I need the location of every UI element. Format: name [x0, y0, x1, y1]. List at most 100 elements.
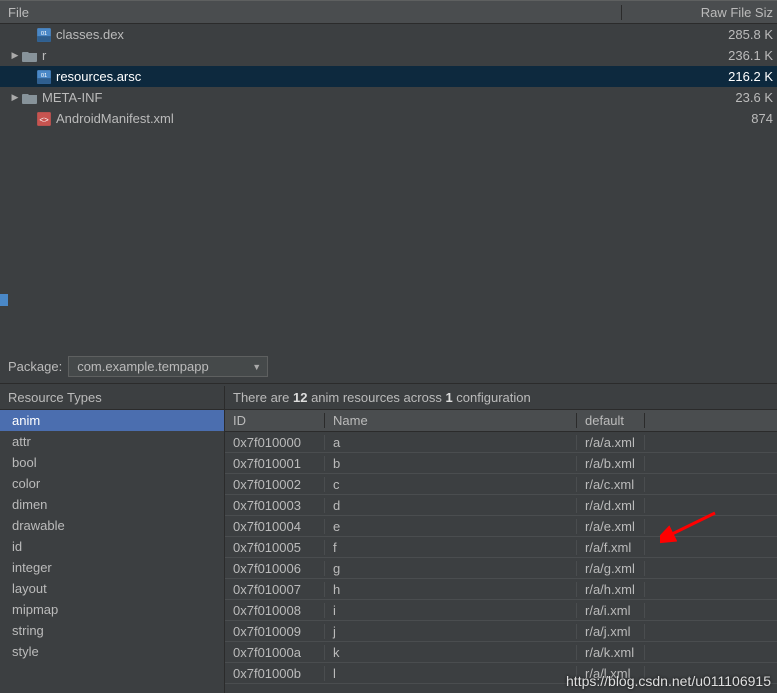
resource-id: 0x7f010006 [225, 561, 325, 576]
resource-id: 0x7f010001 [225, 456, 325, 471]
resource-type-item[interactable]: bool [0, 452, 224, 473]
resource-type-item[interactable]: integer [0, 557, 224, 578]
resource-row[interactable]: 0x7f010004er/a/e.xml [225, 516, 777, 537]
resource-detail-panel: There are 12 anim resources across 1 con… [225, 386, 777, 693]
file-column-header[interactable]: File [0, 5, 622, 20]
resource-row[interactable]: 0x7f010009jr/a/j.xml [225, 621, 777, 642]
file-size: 23.6 K [627, 90, 777, 105]
file-tree-header: File Raw File Siz [0, 0, 777, 24]
svg-text:<>: <> [39, 115, 49, 124]
size-column-header[interactable]: Raw File Siz [622, 5, 777, 20]
file-tree-row[interactable]: ▶ r236.1 K [0, 45, 777, 66]
resource-id: 0x7f010003 [225, 498, 325, 513]
resource-types-list[interactable]: animattrboolcolordimendrawableidintegerl… [0, 410, 224, 693]
resource-type-item[interactable]: id [0, 536, 224, 557]
xml-icon: <> [36, 111, 52, 127]
package-select[interactable]: com.example.tempapp ▼ [68, 356, 268, 377]
col-default-header[interactable]: default [577, 413, 645, 428]
detail-table-header: ID Name default [225, 410, 777, 432]
file-name: r [42, 48, 627, 63]
resource-row[interactable]: 0x7f010002cr/a/c.xml [225, 474, 777, 495]
folder-icon [22, 48, 38, 64]
file-name: META-INF [42, 90, 627, 105]
resource-name: l [325, 666, 577, 681]
resource-type-item[interactable]: layout [0, 578, 224, 599]
col-name-header[interactable]: Name [325, 413, 577, 428]
col-id-header[interactable]: ID [225, 413, 325, 428]
file-tree-row[interactable]: 01 resources.arsc216.2 K [0, 66, 777, 87]
resource-type-item[interactable]: dimen [0, 494, 224, 515]
resource-name: f [325, 540, 577, 555]
resource-id: 0x7f010000 [225, 435, 325, 450]
file-tree-row[interactable]: <>AndroidManifest.xml874 [0, 108, 777, 129]
file-name: resources.arsc [56, 69, 627, 84]
resource-type-item[interactable]: style [0, 641, 224, 662]
resource-name: j [325, 624, 577, 639]
resource-default: r/a/j.xml [577, 624, 645, 639]
svg-text:01: 01 [41, 73, 47, 79]
detail-summary: There are 12 anim resources across 1 con… [225, 386, 777, 410]
package-value: com.example.tempapp [77, 359, 209, 374]
resource-type-item[interactable]: attr [0, 431, 224, 452]
watermark: https://blog.csdn.net/u011106915 [566, 673, 771, 689]
resource-default: r/a/k.xml [577, 645, 645, 660]
resource-types-panel: Resource Types animattrboolcolordimendra… [0, 386, 225, 693]
folder-icon [22, 90, 38, 106]
resource-name: d [325, 498, 577, 513]
file-name: classes.dex [56, 27, 627, 42]
detail-rows[interactable]: 0x7f010000ar/a/a.xml0x7f010001br/a/b.xml… [225, 432, 777, 693]
resource-id: 0x7f01000a [225, 645, 325, 660]
svg-text:01: 01 [41, 31, 47, 37]
resource-name: i [325, 603, 577, 618]
resource-default: r/a/e.xml [577, 519, 645, 534]
file-size: 236.1 K [627, 48, 777, 63]
resource-default: r/a/f.xml [577, 540, 645, 555]
resource-id: 0x7f010008 [225, 603, 325, 618]
resource-name: c [325, 477, 577, 492]
resource-name: a [325, 435, 577, 450]
resource-id: 0x7f01000b [225, 666, 325, 681]
file-tree-row[interactable]: ▶ META-INF23.6 K [0, 87, 777, 108]
resource-row[interactable]: 0x7f010000ar/a/a.xml [225, 432, 777, 453]
resource-row[interactable]: 0x7f010001br/a/b.xml [225, 453, 777, 474]
resource-id: 0x7f010007 [225, 582, 325, 597]
resource-id: 0x7f010004 [225, 519, 325, 534]
package-bar: Package: com.example.tempapp ▼ [0, 350, 777, 384]
bottom-panel: Resource Types animattrboolcolordimendra… [0, 386, 777, 693]
expand-arrow-icon[interactable]: ▶ [8, 50, 22, 61]
resource-type-item[interactable]: anim [0, 410, 224, 431]
resource-types-header: Resource Types [0, 386, 224, 410]
resource-id: 0x7f010002 [225, 477, 325, 492]
resource-default: r/a/b.xml [577, 456, 645, 471]
file-size: 285.8 K [627, 27, 777, 42]
resource-type-item[interactable]: drawable [0, 515, 224, 536]
expand-arrow-icon[interactable]: ▶ [8, 92, 22, 103]
resource-name: b [325, 456, 577, 471]
resource-id: 0x7f010009 [225, 624, 325, 639]
resource-default: r/a/h.xml [577, 582, 645, 597]
resource-name: e [325, 519, 577, 534]
resource-name: k [325, 645, 577, 660]
resource-row[interactable]: 0x7f010006gr/a/g.xml [225, 558, 777, 579]
resource-row[interactable]: 0x7f01000akr/a/k.xml [225, 642, 777, 663]
package-label: Package: [8, 359, 62, 374]
resource-type-item[interactable]: color [0, 473, 224, 494]
resource-type-item[interactable]: mipmap [0, 599, 224, 620]
resource-default: r/a/g.xml [577, 561, 645, 576]
resource-row[interactable]: 0x7f010007hr/a/h.xml [225, 579, 777, 600]
resource-default: r/a/i.xml [577, 603, 645, 618]
resource-default: r/a/c.xml [577, 477, 645, 492]
resource-id: 0x7f010005 [225, 540, 325, 555]
file-tree-row[interactable]: 01 classes.dex285.8 K [0, 24, 777, 45]
resource-name: g [325, 561, 577, 576]
resource-row[interactable]: 0x7f010005fr/a/f.xml [225, 537, 777, 558]
file-tree[interactable]: 01 classes.dex285.8 K ▶ r236.1 K 01 resources… [0, 24, 777, 129]
file-size: 874 [627, 111, 777, 126]
file-size: 216.2 K [627, 69, 777, 84]
resource-row[interactable]: 0x7f010008ir/a/i.xml [225, 600, 777, 621]
resource-default: r/a/a.xml [577, 435, 645, 450]
resource-type-item[interactable]: string [0, 620, 224, 641]
resource-row[interactable]: 0x7f010003dr/a/d.xml [225, 495, 777, 516]
arsc-icon: 01 [36, 69, 52, 85]
resource-name: h [325, 582, 577, 597]
